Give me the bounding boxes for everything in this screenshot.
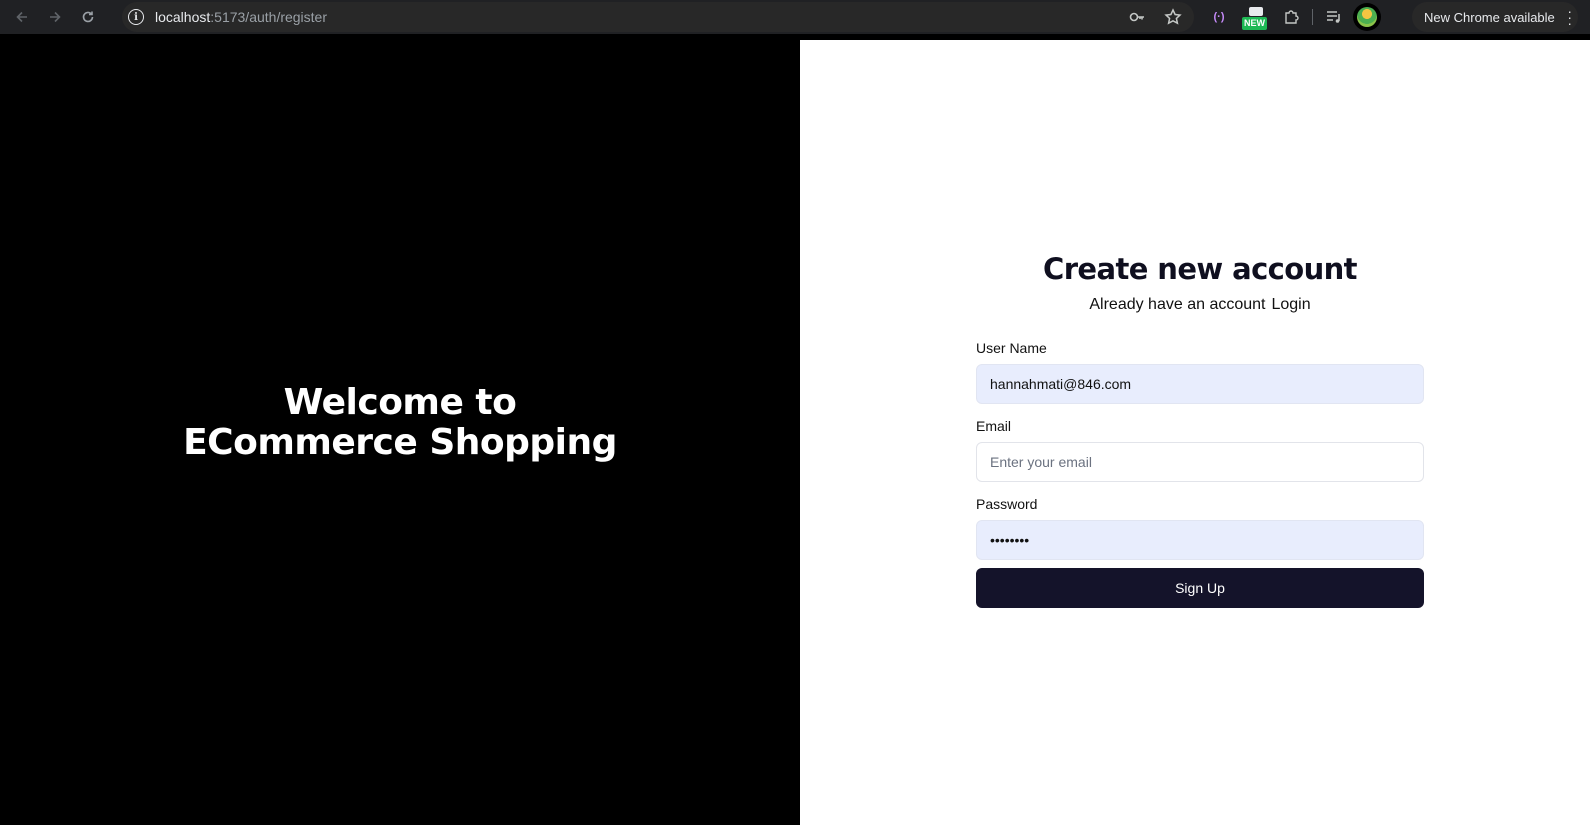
site-info-icon[interactable]: i (128, 9, 144, 25)
form-title: Create new account (1043, 252, 1357, 286)
login-link[interactable]: Login (1271, 296, 1310, 313)
url-host: localhost (155, 9, 211, 25)
register-panel: Create new account Already have an accou… (800, 40, 1590, 825)
username-label: User Name (976, 340, 1047, 356)
star-icon[interactable] (1162, 6, 1184, 28)
email-input[interactable] (976, 442, 1424, 482)
hero-title: Welcome to ECommerce Shopping (183, 381, 617, 463)
url-text[interactable]: localhost:5173/auth/register (155, 9, 327, 25)
extension-icon-top (1249, 7, 1263, 16)
extension-icon[interactable] (1280, 6, 1302, 28)
new-badge-label: NEW (1242, 17, 1267, 30)
sign-up-button[interactable]: Sign Up (976, 568, 1424, 608)
password-input[interactable] (976, 520, 1424, 560)
avatar-image (1357, 7, 1377, 27)
back-arrow-icon[interactable] (11, 6, 33, 28)
password-label: Password (976, 496, 1038, 512)
browser-toolbar: i localhost:5173/auth/register (·) NEW N… (0, 0, 1590, 34)
reload-icon[interactable] (77, 6, 99, 28)
toolbar-divider (1312, 9, 1313, 25)
update-chrome-button[interactable]: New Chrome available · · · (1412, 2, 1578, 32)
subtitle-text: Already have an account (1089, 296, 1266, 313)
media-control-icon[interactable] (1323, 6, 1345, 28)
email-label: Email (976, 418, 1012, 434)
register-form: Create new account Already have an accou… (976, 252, 1424, 608)
form-subtitle: Already have an account Login (976, 296, 1424, 314)
username-input[interactable] (976, 364, 1424, 404)
url-path: :5173/auth/register (210, 9, 328, 25)
address-bar[interactable]: i localhost:5173/auth/register (122, 2, 1194, 32)
cast-icon[interactable]: (·) (1208, 11, 1230, 23)
menu-dots-icon[interactable]: · · · (1567, 4, 1572, 30)
update-label: New Chrome available (1424, 9, 1555, 25)
hero-panel: Welcome to ECommerce Shopping (0, 40, 800, 825)
extensions-area: (·) NEW (1208, 0, 1381, 34)
key-icon[interactable] (1126, 6, 1148, 28)
new-extension-badge[interactable]: NEW (1242, 4, 1270, 30)
profile-avatar[interactable] (1353, 3, 1381, 31)
forward-arrow-icon[interactable] (44, 6, 66, 28)
